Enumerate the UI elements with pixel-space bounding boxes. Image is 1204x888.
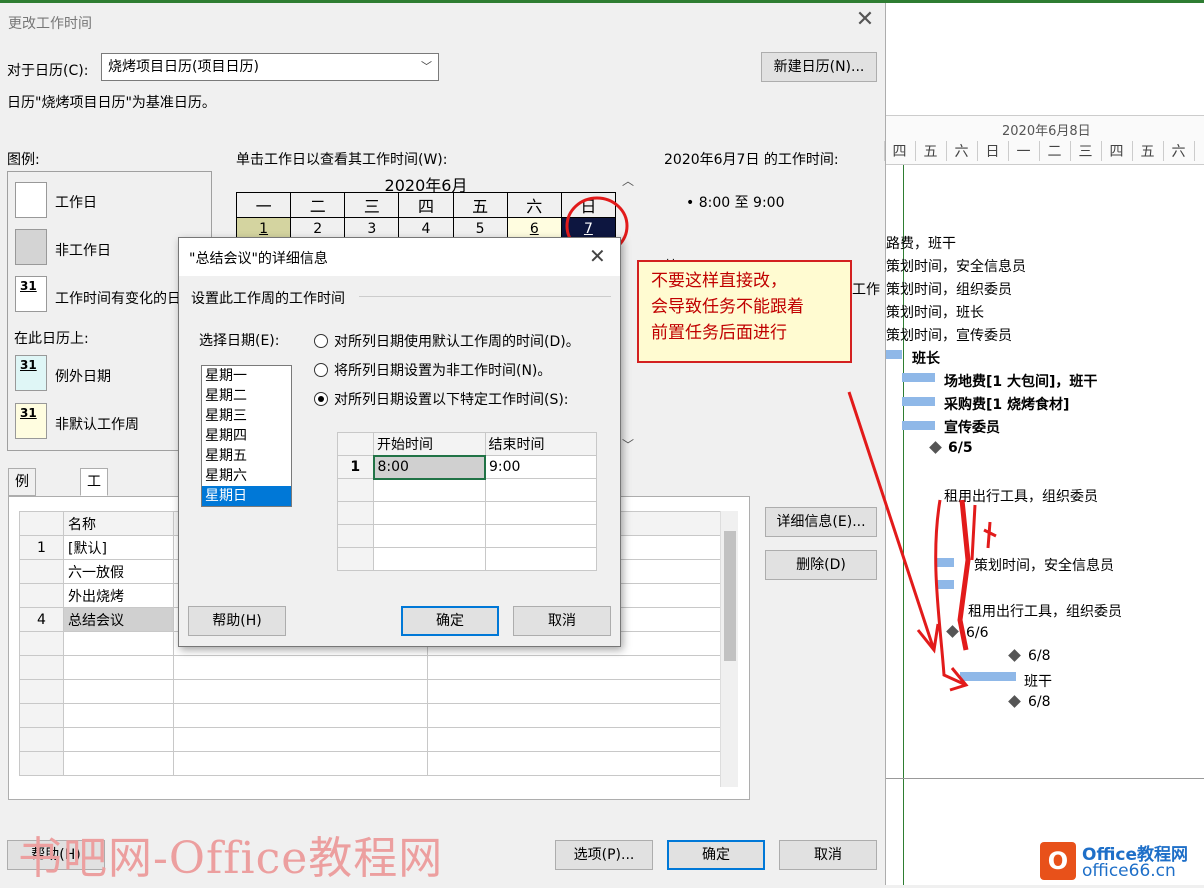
row-number: [337, 478, 374, 502]
logo-line-2: office66.cn: [1082, 861, 1176, 881]
time-grid: 开始时间 结束时间 1 8:00 9:00: [337, 432, 597, 571]
popup-ok-button[interactable]: 确定: [401, 606, 499, 636]
start-time-cell[interactable]: [373, 524, 486, 548]
day-list[interactable]: 星期一 星期二 星期三 星期四 星期五 星期六 星期日: [201, 365, 292, 507]
start-time-cell[interactable]: [373, 478, 486, 502]
office-logo: O Office教程网 office66.cn: [1040, 838, 1200, 884]
row-number: [337, 501, 374, 525]
end-time-cell[interactable]: 9:00: [484, 455, 597, 479]
day-list-item[interactable]: 星期四: [202, 426, 291, 446]
popup-section-title: 设置此工作周的工作时间: [191, 291, 345, 307]
popup-cancel-button[interactable]: 取消: [513, 606, 611, 636]
day-list-item[interactable]: 星期五: [202, 446, 291, 466]
end-time-cell[interactable]: [484, 524, 597, 548]
popup-close-icon[interactable]: ✕: [589, 244, 606, 268]
annotation-stroke: [957, 499, 971, 651]
annotation-note: 不要这样直接改， 会导致任务不能跟着 前置任务后面进行: [637, 260, 852, 363]
annotation-stroke: [970, 504, 997, 561]
day-list-item[interactable]: 星期六: [202, 466, 291, 486]
select-days-label: 选择日期(E):: [199, 333, 280, 349]
radio-specific-circle[interactable]: [314, 392, 328, 406]
radio-nonwork-circle[interactable]: [314, 363, 328, 377]
note-line-3: 前置任务后面进行: [651, 323, 787, 343]
radio-default-label: 对所列日期使用默认工作周的时间(D)。: [334, 334, 580, 350]
note-line-1: 不要这样直接改，: [651, 271, 787, 291]
day-list-item[interactable]: 星期二: [202, 386, 291, 406]
end-time-cell[interactable]: [484, 478, 597, 502]
start-time-cell[interactable]: [373, 501, 486, 525]
annotation-arrow: [847, 391, 936, 651]
end-time-cell[interactable]: [484, 501, 597, 525]
radio-default-circle[interactable]: [314, 334, 328, 348]
popup-help-button[interactable]: 帮助(H): [188, 606, 286, 636]
popup-title: "总结会议"的详细信息: [189, 251, 328, 267]
note-line-2: 会导致任务不能跟着: [651, 297, 804, 317]
radio-specific[interactable]: 对所列日期设置以下特定工作时间(S):: [314, 389, 569, 409]
day-list-item[interactable]: 星期一: [202, 366, 291, 386]
watermark: 书吧网-Office教程网: [18, 833, 444, 884]
row-number: [337, 524, 374, 548]
row-number: [337, 547, 374, 571]
radio-nonwork[interactable]: 将所列日期设置为非工作时间(N)。: [314, 360, 551, 380]
start-time-cell[interactable]: 8:00: [372, 454, 486, 480]
radio-nonwork-label: 将所列日期设置为非工作时间(N)。: [334, 363, 552, 379]
corner-cell: [337, 432, 374, 456]
start-time-cell[interactable]: [373, 547, 486, 571]
day-list-item[interactable]: 星期日: [202, 486, 291, 506]
end-time-cell[interactable]: [484, 547, 597, 571]
section-divider: [359, 296, 611, 297]
row-number: 1: [337, 455, 374, 479]
radio-specific-label: 对所列日期设置以下特定工作时间(S):: [334, 392, 569, 408]
day-list-item[interactable]: 星期三: [202, 406, 291, 426]
col-end-header: 结束时间: [484, 432, 597, 456]
col-start-header: 开始时间: [373, 432, 486, 456]
radio-default[interactable]: 对所列日期使用默认工作周的时间(D)。: [314, 331, 580, 351]
office-logo-icon: O: [1040, 842, 1076, 880]
